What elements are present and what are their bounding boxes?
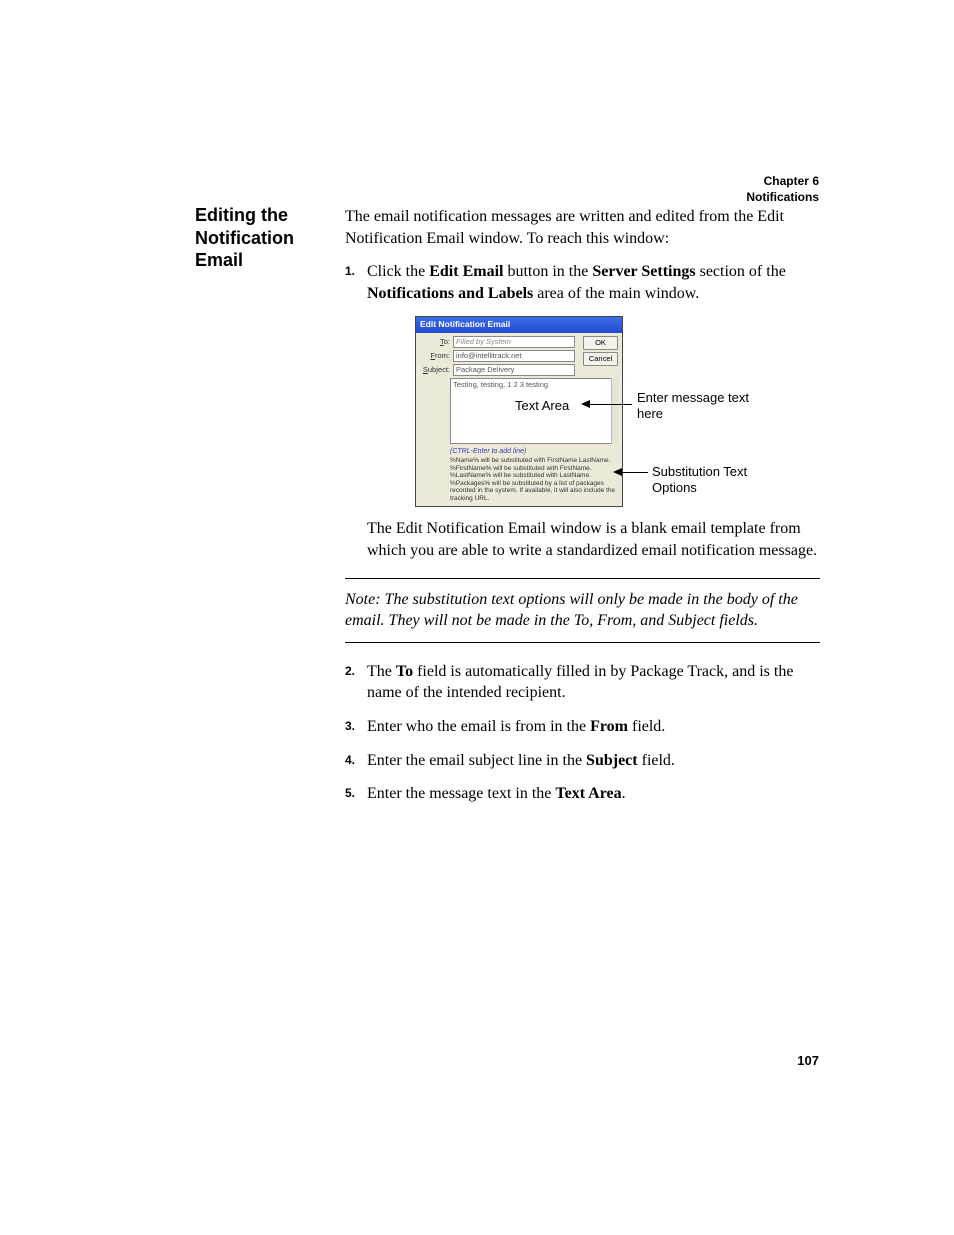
section-label: Notifications	[746, 190, 819, 206]
text: section of the	[696, 263, 786, 280]
arrow-line	[590, 404, 632, 405]
bold: From	[590, 718, 628, 735]
note-block: Note: The substitution text options will…	[345, 578, 820, 643]
sub-line: %Packages% will be substituted by a list…	[450, 480, 618, 502]
step-number: 5.	[345, 785, 355, 801]
sub-line: %FirstName% will be substituted with Fir…	[450, 465, 618, 472]
step-3: 3. Enter who the email is from in the Fr…	[345, 716, 820, 738]
text: field is automatically filled in by Pack…	[367, 663, 793, 702]
section-title: Editing the Notification Email	[195, 204, 325, 272]
dialog-titlebar: Edit Notification Email	[416, 317, 622, 332]
callout-substitution-options: Substitution Text Options	[652, 464, 782, 495]
callout-enter-message: Enter message text here	[637, 390, 757, 421]
text: Enter the message text in the	[367, 785, 555, 802]
sub-line: %Name% will be substituted with FirstNam…	[450, 457, 618, 464]
callout-text-area-label: Text Area	[515, 398, 569, 414]
to-label: To:	[420, 337, 453, 347]
page-header: Chapter 6 Notifications	[746, 174, 819, 205]
body-column: The email notification messages are writ…	[345, 206, 820, 817]
text: area of the main window.	[533, 285, 699, 302]
ctrl-enter-hint: (CTRL-Enter to add line)	[450, 447, 618, 456]
message-text: Testing, testing, 1 2 3 testing	[453, 380, 548, 389]
subject-label: Subject:	[420, 365, 453, 375]
bold: Notifications and Labels	[367, 285, 533, 302]
step-number: 2.	[345, 663, 355, 679]
text: The	[367, 663, 396, 680]
step-number: 1.	[345, 263, 355, 279]
from-label: From:	[420, 351, 453, 361]
figure: Edit Notification Email To: Filled by Sy…	[415, 316, 820, 506]
bold: To	[396, 663, 413, 680]
text: Click the	[367, 263, 429, 280]
page: Chapter 6 Notifications Editing the Noti…	[0, 0, 954, 1235]
sub-line: %LastName% will be substituted with Last…	[450, 472, 618, 479]
arrow-head-icon	[581, 400, 590, 408]
text: field.	[628, 718, 665, 735]
chapter-label: Chapter 6	[746, 174, 819, 190]
bold: Edit Email	[429, 263, 503, 280]
after-figure-paragraph: The Edit Notification Email window is a …	[367, 518, 820, 561]
intro-paragraph: The email notification messages are writ…	[345, 206, 820, 249]
scrollbar[interactable]	[611, 378, 618, 444]
text: field.	[638, 752, 675, 769]
from-field[interactable]: info@intellitrack.net	[453, 350, 575, 362]
step-number: 3.	[345, 718, 355, 734]
arrow-head-icon	[613, 468, 622, 476]
step-1: 1. Click the Edit Email button in the Se…	[345, 261, 820, 304]
arrow-line	[622, 472, 648, 473]
text: .	[622, 785, 626, 802]
subject-field[interactable]: Package Delivery	[453, 364, 575, 376]
cancel-button[interactable]: Cancel	[583, 352, 618, 366]
to-field[interactable]: Filled by System	[453, 336, 575, 348]
text: Enter who the email is from in the	[367, 718, 590, 735]
bold: Subject	[586, 752, 638, 769]
step-5: 5. Enter the message text in the Text Ar…	[345, 783, 820, 805]
text: button in the	[503, 263, 592, 280]
substitution-options: %Name% will be substituted with FirstNam…	[450, 457, 618, 502]
page-number: 107	[797, 1053, 819, 1068]
ok-button[interactable]: OK	[583, 336, 618, 350]
text: Enter the email subject line in the	[367, 752, 586, 769]
dialog-body: To: Filled by System From: info@intellit…	[416, 333, 622, 506]
step-number: 4.	[345, 752, 355, 768]
step-2: 2. The To field is automatically filled …	[345, 661, 820, 704]
step-4: 4. Enter the email subject line in the S…	[345, 750, 820, 772]
bold: Text Area	[555, 785, 621, 802]
bold: Server Settings	[592, 263, 695, 280]
